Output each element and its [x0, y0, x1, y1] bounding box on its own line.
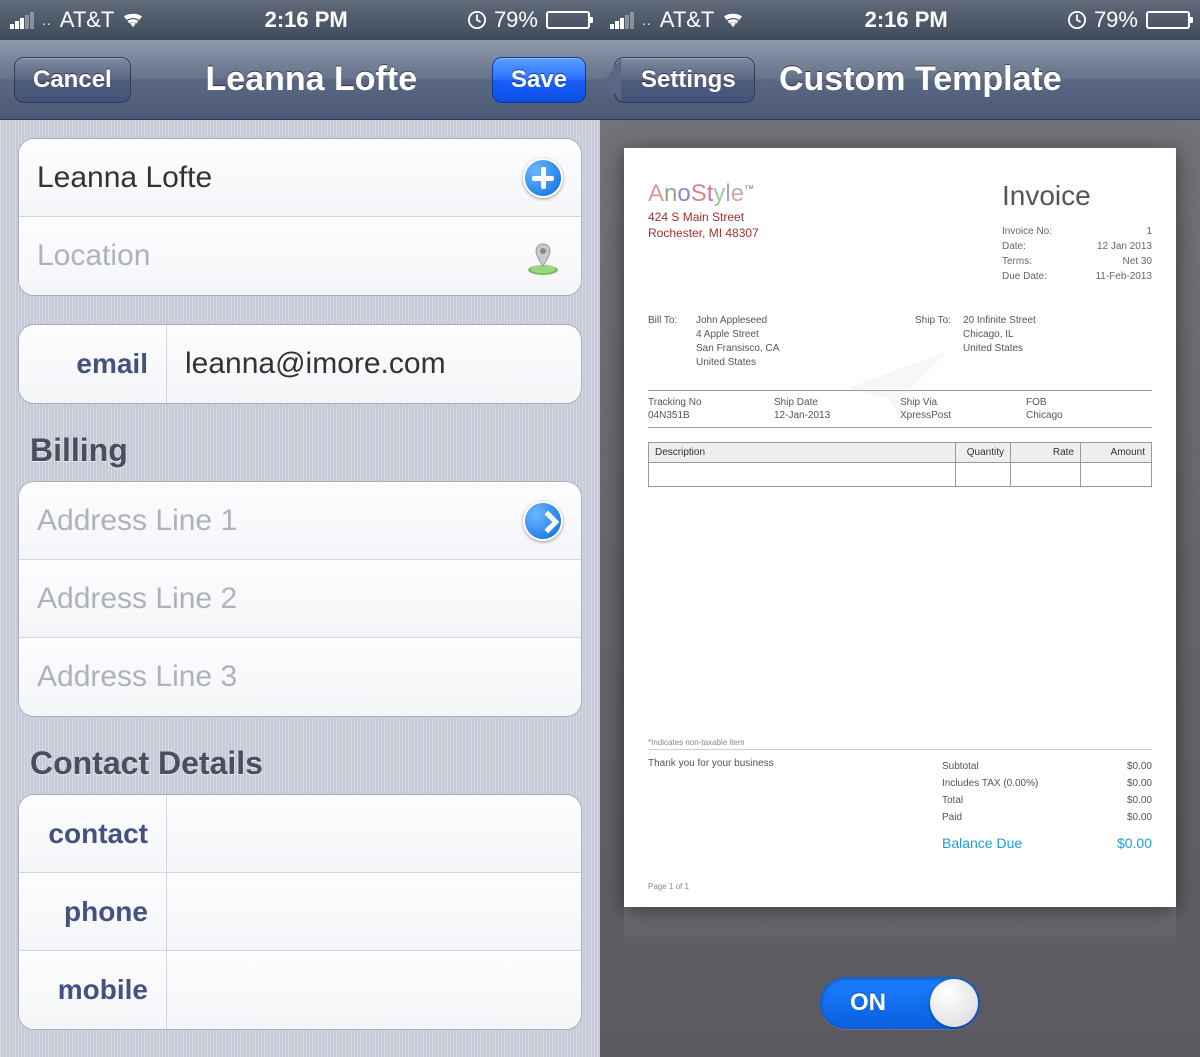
location-placeholder: Location — [37, 239, 523, 273]
email-value: leanna@imore.com — [167, 347, 563, 381]
paper-plane-icon — [845, 348, 955, 428]
battery-percent: 79% — [1094, 7, 1138, 33]
nav-bar: Settings Custom Template — [600, 40, 1200, 120]
plus-icon[interactable] — [523, 158, 563, 198]
thanks-note: Thank you for your business — [648, 758, 942, 854]
chevron-right-icon[interactable] — [523, 501, 563, 541]
toggle-label: ON — [850, 989, 886, 1017]
page-number: Page 1 of 1 — [648, 882, 1152, 891]
totals-block: Subtotal$0.00 Includes TAX (0.00%)$0.00 … — [942, 758, 1152, 854]
signal-icon — [610, 12, 634, 29]
nav-bar: Cancel Leanna Lofte Save — [0, 40, 600, 120]
brand-address: 424 S Main Street Rochester, MI 48307 — [648, 210, 759, 241]
carrier-label: AT&T — [660, 7, 715, 33]
wifi-icon — [122, 11, 144, 29]
clock-icon — [468, 11, 486, 29]
toggle-knob — [930, 979, 978, 1027]
page-title: Leanna Lofte — [206, 60, 418, 99]
address2-placeholder: Address Line 2 — [37, 582, 563, 616]
battery-icon — [1146, 11, 1190, 29]
contact-header: Contact Details — [30, 745, 570, 782]
mobile-row[interactable]: mobile — [19, 951, 581, 1029]
cancel-button[interactable]: Cancel — [14, 57, 131, 103]
status-bar: .. AT&T 2:16 PM 79% — [600, 0, 1200, 40]
address1-placeholder: Address Line 1 — [37, 504, 523, 538]
address3-placeholder: Address Line 3 — [37, 660, 563, 694]
clock-time: 2:16 PM — [865, 7, 948, 33]
map-pin-icon[interactable] — [523, 236, 563, 276]
reflection — [624, 907, 1176, 947]
location-row[interactable]: Location — [19, 217, 581, 295]
clock-icon — [1068, 11, 1086, 29]
template-toggle[interactable]: ON — [820, 977, 980, 1029]
address1-row[interactable]: Address Line 1 — [19, 482, 581, 560]
invoice-title: Invoice — [1002, 180, 1152, 212]
line-items-table: Description Quantity Rate Amount — [648, 442, 1152, 487]
status-bar: .. AT&T 2:16 PM 79% — [0, 0, 600, 40]
phone-label: phone — [37, 873, 167, 950]
battery-percent: 79% — [494, 7, 538, 33]
mobile-label: mobile — [37, 951, 167, 1029]
invoice-preview: AnoStyle™ 424 S Main Street Rochester, M… — [624, 148, 1176, 907]
contact-label: contact — [37, 795, 167, 872]
name-row[interactable]: Leanna Lofte — [19, 139, 581, 217]
address2-row[interactable]: Address Line 2 — [19, 560, 581, 638]
name-value: Leanna Lofte — [37, 161, 523, 195]
tax-note: *Indicates non-taxable item — [648, 738, 1152, 750]
template-preview-area: AnoStyle™ 424 S Main Street Rochester, M… — [600, 120, 1200, 1057]
phone-row[interactable]: phone — [19, 873, 581, 951]
email-label: email — [37, 325, 167, 403]
wifi-icon — [722, 11, 744, 29]
save-button[interactable]: Save — [492, 57, 586, 103]
battery-icon — [546, 11, 590, 29]
email-row[interactable]: email leanna@imore.com — [19, 325, 581, 403]
page-title: Custom Template — [779, 60, 1062, 99]
carrier-label: AT&T — [60, 7, 115, 33]
clock-time: 2:16 PM — [265, 7, 348, 33]
settings-back-button[interactable]: Settings — [614, 57, 755, 103]
invoice-meta: Invoice No:1 Date:12 Jan 2013 Terms:Net … — [1002, 224, 1152, 284]
signal-icon — [10, 12, 34, 29]
form-scroll[interactable]: Leanna Lofte Location email leanna@imore… — [0, 120, 600, 1057]
contact-row[interactable]: contact — [19, 795, 581, 873]
address3-row[interactable]: Address Line 3 — [19, 638, 581, 716]
brand-logo: AnoStyle™ — [648, 180, 759, 208]
billing-header: Billing — [30, 432, 570, 469]
